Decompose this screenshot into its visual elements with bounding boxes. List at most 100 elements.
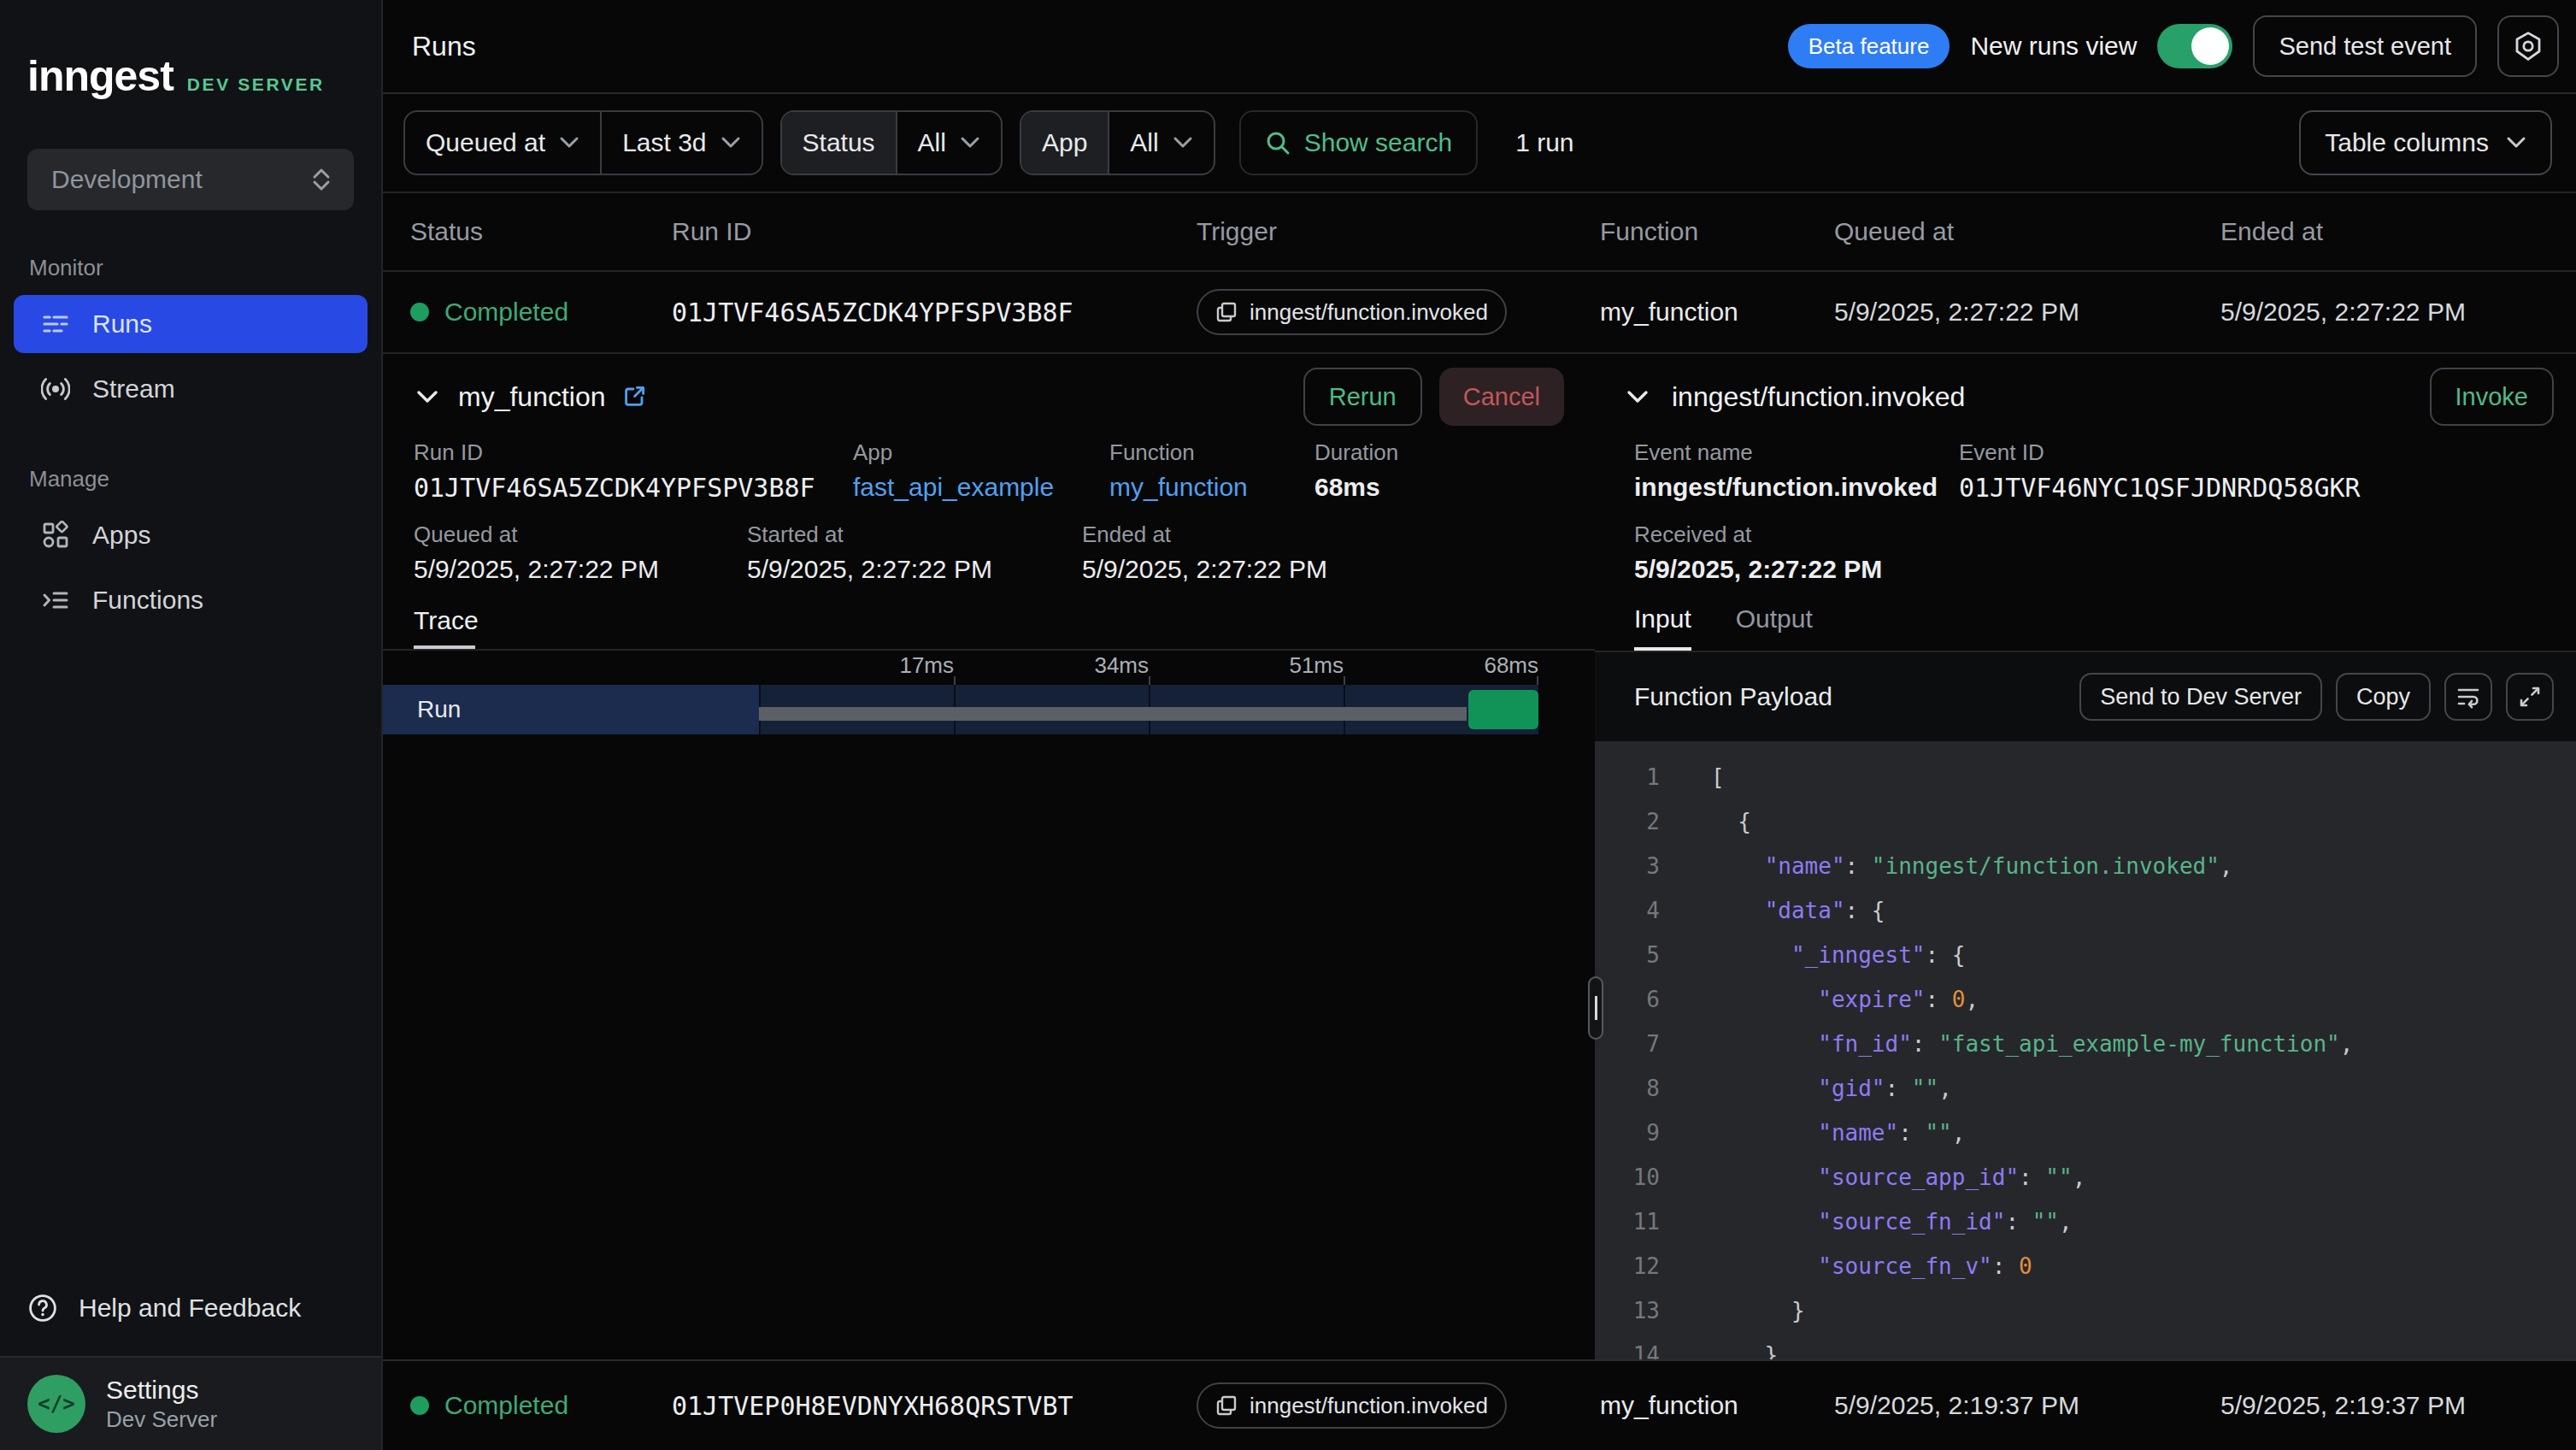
tab-output[interactable]: Output [1736,604,1813,651]
filter-bar: Queued at Last 3d Status All [383,94,2576,193]
event-name-label: Event name [1634,439,1959,466]
code-line: 14 }, [1595,1333,2576,1359]
dev-server-badge: DEV SERVER [187,74,325,95]
col-run-id[interactable]: Run ID [672,217,1197,246]
time-field-select[interactable]: Queued at [405,112,600,174]
sidebar-item-runs[interactable]: Runs [14,295,368,353]
line-number: 5 [1595,933,1660,977]
settings-subtitle: Dev Server [106,1406,217,1433]
col-status[interactable]: Status [410,217,672,246]
invoke-button[interactable]: Invoke [2430,368,2554,426]
function-name: my_function [1600,1391,1834,1420]
show-search-button[interactable]: Show search [1239,110,1478,175]
received-at-value: 5/9/2025, 2:27:22 PM [1634,555,1959,584]
app-filter-select[interactable]: All [1108,112,1213,174]
collapse-chevron-icon[interactable] [1624,383,1651,410]
collapse-chevron-icon[interactable] [414,383,441,410]
run-id-label: Run ID [414,439,853,466]
tick-68ms: 68ms [1484,652,1538,679]
ended-at-value: 5/9/2025, 2:27:22 PM [2220,298,2576,327]
payload-code[interactable]: 1[2 {3 "name": "inngest/function.invoked… [1595,741,2576,1359]
code-line: 12 "source_fn_v": 0 [1595,1244,2576,1288]
help-icon [27,1293,58,1323]
trigger-chip[interactable]: inngest/function.invoked [1197,1382,1507,1429]
trigger-name: inngest/function.invoked [1250,299,1488,326]
copy-button[interactable]: Copy [2336,673,2431,721]
trace-divider [383,649,1595,651]
col-trigger[interactable]: Trigger [1197,217,1600,246]
cancel-button[interactable]: Cancel [1439,368,1564,426]
duration-label: Duration [1314,439,1595,466]
send-to-dev-server-button[interactable]: Send to Dev Server [2079,673,2322,721]
sidebar-item-label: Functions [92,586,203,615]
environment-select[interactable]: Development [27,149,354,210]
status-filter-label: Status [782,112,896,174]
main: Runs Beta feature New runs view Send tes… [383,0,2576,1450]
app-link[interactable]: fast_api_example [853,473,1109,502]
event-title: inngest/function.invoked [1672,381,1965,413]
new-runs-view-label: New runs view [1970,32,2137,61]
status-filter-select[interactable]: All [896,112,1001,174]
code-line: 8 "gid": "", [1595,1066,2576,1111]
app-filter: App All [1020,110,1215,175]
panel-resize-handle[interactable] [1588,976,1603,1040]
toggle-knob [2191,27,2229,65]
status-text: Completed [444,298,568,327]
settings-button[interactable] [2497,15,2559,77]
sidebar-section-monitor: Monitor [29,255,381,281]
run-detail-left: my_function Rerun Cancel Run ID 01JTVF46… [383,354,1595,1359]
time-range-value: Last 3d [622,128,706,157]
ended-at-label: Ended at [1082,522,1595,548]
col-ended-at[interactable]: Ended at [2220,217,2576,246]
started-at-label: Started at [747,522,1082,548]
time-filter: Queued at Last 3d [403,110,763,175]
code-line: 7 "fn_id": "fast_api_example-my_function… [1595,1022,2576,1066]
code-icon: </> [38,1392,74,1416]
word-wrap-button[interactable] [2444,673,2492,721]
col-queued-at[interactable]: Queued at [1834,217,2220,246]
event-detail-right: inngest/function.invoked Invoke Event na… [1595,354,2576,1359]
sidebar: inngest DEV SERVER Development Monitor R… [0,0,383,1450]
trace-row-run[interactable]: Run [383,685,759,734]
run-id: 01JTVEP0H8EVDNYXH68QRSTVBT [672,1391,1197,1421]
topbar-right: Beta feature New runs view Send test eve… [1788,15,2559,77]
search-icon [1265,130,1291,156]
new-runs-view-toggle[interactable] [2157,24,2232,68]
rerun-button[interactable]: Rerun [1303,368,1422,426]
line-number: 13 [1595,1288,1660,1333]
help-and-feedback[interactable]: Help and Feedback [0,1274,381,1342]
started-at-value: 5/9/2025, 2:27:22 PM [747,555,1082,584]
payload-title: Function Payload [1634,682,1832,711]
tab-input[interactable]: Input [1634,604,1691,651]
table-row[interactable]: Completed 01JTVF46SA5ZCDK4YPFSPV3B8F inn… [383,272,2576,354]
time-range-select[interactable]: Last 3d [600,112,761,174]
run-id-value: 01JTVF46SA5ZCDK4YPFSPV3B8F [414,473,853,503]
trace-tab[interactable]: Trace [414,606,479,649]
table-row[interactable]: Completed 01JTVEP0H8EVDNYXH68QRSTVBT inn… [383,1359,2576,1450]
help-label: Help and Feedback [79,1294,301,1323]
settings-row[interactable]: </> Settings Dev Server [0,1356,381,1450]
sidebar-item-stream[interactable]: Stream [14,360,368,418]
trace-execution-block[interactable] [1468,690,1538,729]
function-name: my_function [1600,298,1834,327]
trigger-chip[interactable]: inngest/function.invoked [1197,289,1507,335]
table-columns-button[interactable]: Table columns [2299,110,2552,175]
run-detail-panel: my_function Rerun Cancel Run ID 01JTVF46… [383,354,2576,1359]
run-count: 1 run [1515,128,1573,157]
external-link-icon[interactable] [621,384,647,410]
col-function[interactable]: Function [1600,217,1834,246]
expand-button[interactable] [2506,673,2554,721]
status-dot-completed [410,1396,429,1415]
event-icon [1215,1394,1238,1417]
apps-icon [41,521,70,550]
send-test-event-button[interactable]: Send test event [2253,15,2477,77]
line-number: 7 [1595,1022,1660,1066]
sidebar-item-functions[interactable]: Functions [14,571,368,629]
function-link[interactable]: my_function [1109,473,1314,502]
code-line: 4 "data": { [1595,888,2576,933]
sidebar-item-label: Runs [92,309,152,339]
trace-row-label: Run [417,696,461,723]
sidebar-item-apps[interactable]: Apps [14,506,368,564]
runs-icon [41,309,70,339]
payload-header: Function Payload Send to Dev Server Copy [1595,652,2576,741]
